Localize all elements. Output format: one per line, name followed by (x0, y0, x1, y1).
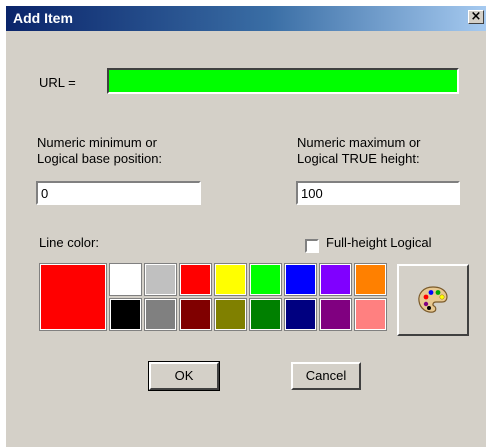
ok-button[interactable]: OK (148, 361, 220, 391)
full-height-checkbox[interactable] (305, 239, 319, 253)
color-swatch[interactable] (144, 263, 177, 296)
color-swatch[interactable] (179, 298, 212, 331)
color-swatch[interactable] (249, 263, 282, 296)
color-swatch[interactable] (319, 298, 352, 331)
color-swatch[interactable] (179, 263, 212, 296)
color-swatch[interactable] (109, 263, 142, 296)
color-swatch[interactable] (249, 298, 282, 331)
max-input[interactable] (298, 183, 458, 203)
title-bar[interactable]: Add Item × (6, 6, 486, 31)
selected-color-swatch (39, 263, 107, 331)
max-label-line2: Logical TRUE height: (297, 151, 420, 166)
url-field[interactable] (107, 68, 459, 94)
min-label: Numeric minimum or Logical base position… (37, 135, 162, 167)
color-swatch[interactable] (319, 263, 352, 296)
min-field[interactable] (36, 181, 201, 205)
max-field[interactable] (296, 181, 460, 205)
color-swatch[interactable] (214, 298, 247, 331)
max-label: Numeric maximum or Logical TRUE height: (297, 135, 421, 167)
url-input[interactable] (109, 70, 457, 92)
min-label-line2: Logical base position: (37, 151, 163, 166)
color-swatch[interactable] (144, 298, 177, 331)
custom-color-button[interactable] (397, 264, 469, 336)
color-swatch[interactable] (354, 263, 387, 296)
color-swatch[interactable] (354, 298, 387, 331)
min-input[interactable] (38, 183, 199, 203)
color-swatch[interactable] (284, 298, 317, 331)
color-swatch[interactable] (214, 263, 247, 296)
max-label-line1: Numeric maximum or (297, 135, 421, 150)
min-label-line1: Numeric minimum or (37, 135, 157, 150)
paint-palette-icon (418, 286, 448, 313)
cancel-button[interactable]: Cancel (291, 362, 361, 390)
dialog-title: Add Item (13, 10, 73, 26)
line-color-label: Line color: (39, 235, 99, 250)
add-item-dialog: Add Item × URL = Numeric minimum or Logi… (6, 6, 486, 447)
url-label: URL = (39, 75, 76, 90)
close-button[interactable]: × (468, 10, 484, 24)
color-swatch[interactable] (109, 298, 142, 331)
color-swatch[interactable] (284, 263, 317, 296)
full-height-label[interactable]: Full-height Logical (326, 235, 432, 250)
